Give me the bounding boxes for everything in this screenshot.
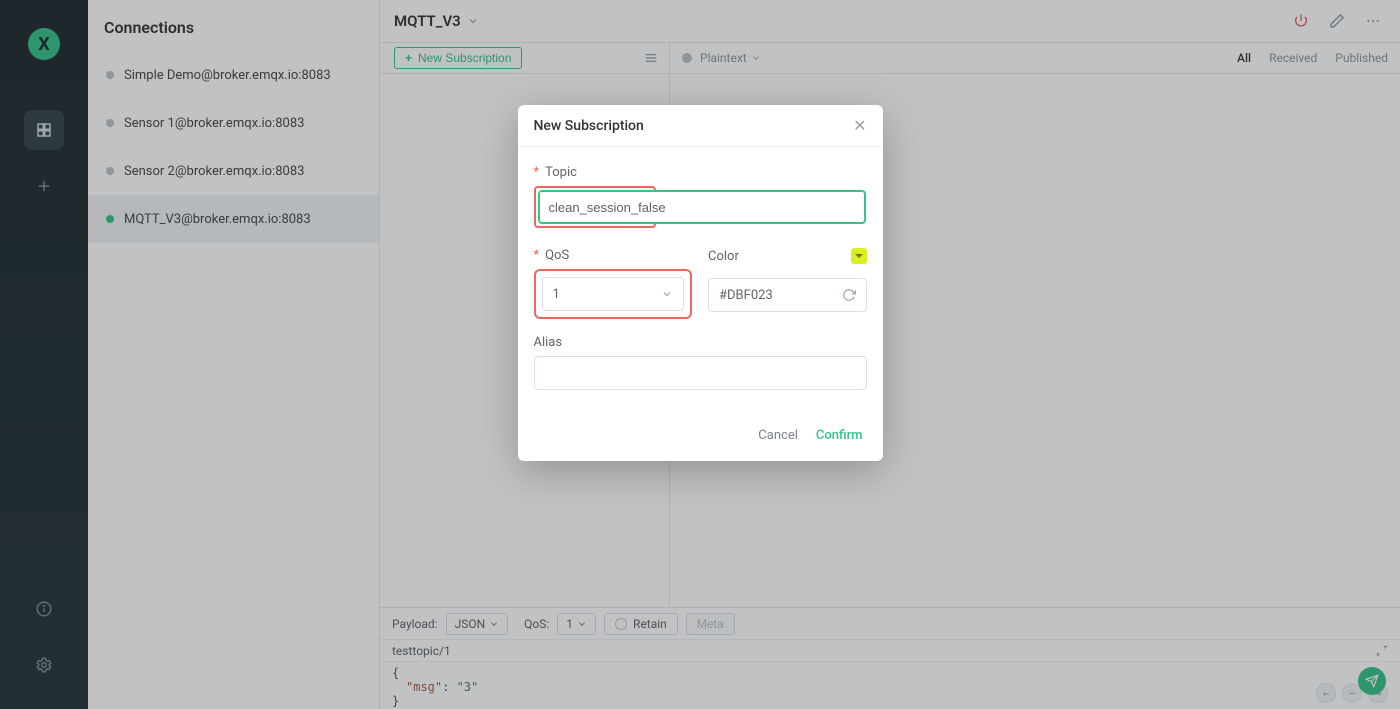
close-icon[interactable]: ✕ bbox=[853, 116, 866, 135]
alias-input[interactable] bbox=[534, 356, 867, 390]
new-subscription-modal: New Subscription ✕ *Topic *QoS 1 bbox=[518, 105, 883, 461]
color-input[interactable]: #DBF023 bbox=[708, 278, 867, 312]
color-swatch[interactable] bbox=[851, 248, 867, 264]
qos-label: QoS bbox=[545, 248, 569, 263]
color-value: #DBF023 bbox=[719, 288, 773, 303]
topic-input[interactable] bbox=[538, 190, 866, 224]
cancel-button[interactable]: Cancel bbox=[758, 428, 798, 443]
qos-value: 1 bbox=[553, 287, 560, 302]
color-label: Color bbox=[708, 249, 739, 264]
alias-label: Alias bbox=[534, 335, 563, 350]
modal-overlay[interactable]: New Subscription ✕ *Topic *QoS 1 bbox=[0, 0, 1400, 709]
topic-label: Topic bbox=[545, 165, 577, 180]
qos-select[interactable]: 1 bbox=[542, 277, 685, 311]
modal-title: New Subscription bbox=[534, 118, 644, 134]
confirm-button[interactable]: Confirm bbox=[816, 428, 863, 443]
chevron-down-icon bbox=[661, 288, 673, 300]
refresh-icon[interactable] bbox=[842, 288, 856, 302]
